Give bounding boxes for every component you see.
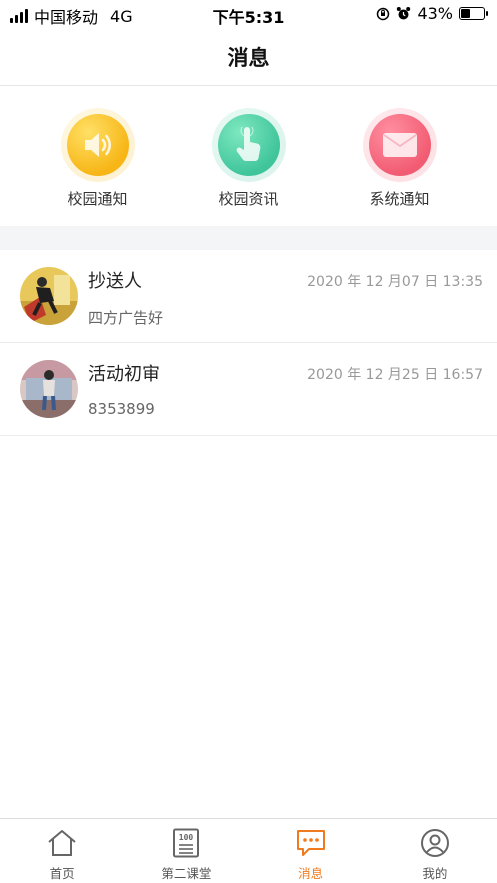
status-bar: 中国移动 4G 下午5:31 43% (0, 0, 497, 28)
speaker-icon (84, 133, 111, 157)
category-campus-news[interactable]: 校园资讯 (189, 86, 309, 226)
tab-home[interactable]: 首页 (0, 819, 124, 883)
tab-label: 第二课堂 (161, 866, 212, 881)
section-divider (0, 226, 497, 250)
hand-pointer-icon (236, 127, 260, 162)
status-right: 43% (376, 4, 488, 23)
message-time: 2020 年 12 月07 日 13:35 (307, 274, 483, 290)
alarm-icon (397, 7, 411, 20)
nav-bar: 消息 (0, 28, 497, 86)
tab-mine[interactable]: 我的 (373, 819, 497, 883)
svg-text:100: 100 (179, 833, 194, 842)
envelope-icon (382, 133, 417, 157)
category-campus-notice[interactable]: 校园通知 (38, 86, 158, 226)
avatar (20, 360, 78, 418)
message-preview: 四方广告好 (88, 309, 164, 327)
tab-label: 首页 (49, 866, 75, 881)
category-label: 系统通知 (369, 190, 430, 208)
battery-fill (461, 9, 471, 18)
message-row[interactable]: 活动初审 2020 年 12 月25 日 16:57 8353899 (0, 343, 497, 436)
tab-bar: 首页 100 第二课堂 消息 我的 (0, 818, 497, 883)
message-title: 抄送人 (88, 271, 142, 292)
home-icon (46, 827, 78, 859)
page-title: 消息 (227, 45, 270, 70)
category-label: 校园资讯 (218, 190, 279, 208)
score-board-icon: 100 (170, 827, 202, 859)
tab-label: 我的 (422, 866, 448, 881)
tab-messages[interactable]: 消息 (249, 819, 373, 883)
rotation-lock-icon (377, 7, 390, 20)
message-row[interactable]: 抄送人 2020 年 12 月07 日 13:35 四方广告好 (0, 250, 497, 343)
message-list: 抄送人 2020 年 12 月07 日 13:35 四方广告好 活动初审 202… (0, 250, 497, 436)
avatar (20, 267, 78, 325)
message-preview: 8353899 (88, 400, 155, 418)
category-system-notice[interactable]: 系统通知 (340, 86, 460, 226)
battery-icon (459, 7, 488, 20)
message-title: 活动初审 (88, 364, 160, 385)
battery-percent: 43% (417, 4, 453, 23)
category-icon-circle (60, 108, 135, 182)
tab-label: 消息 (298, 866, 324, 881)
chat-bubble-icon (295, 827, 327, 859)
message-time: 2020 年 12 月25 日 16:57 (307, 367, 483, 383)
category-icon-circle (362, 108, 437, 182)
category-icon-circle (211, 108, 286, 182)
category-label: 校园通知 (67, 190, 128, 208)
category-grid: 校园通知 校园资讯 系统通知 (0, 86, 497, 226)
user-icon (419, 827, 451, 859)
tab-second-classroom[interactable]: 100 第二课堂 (124, 819, 248, 883)
